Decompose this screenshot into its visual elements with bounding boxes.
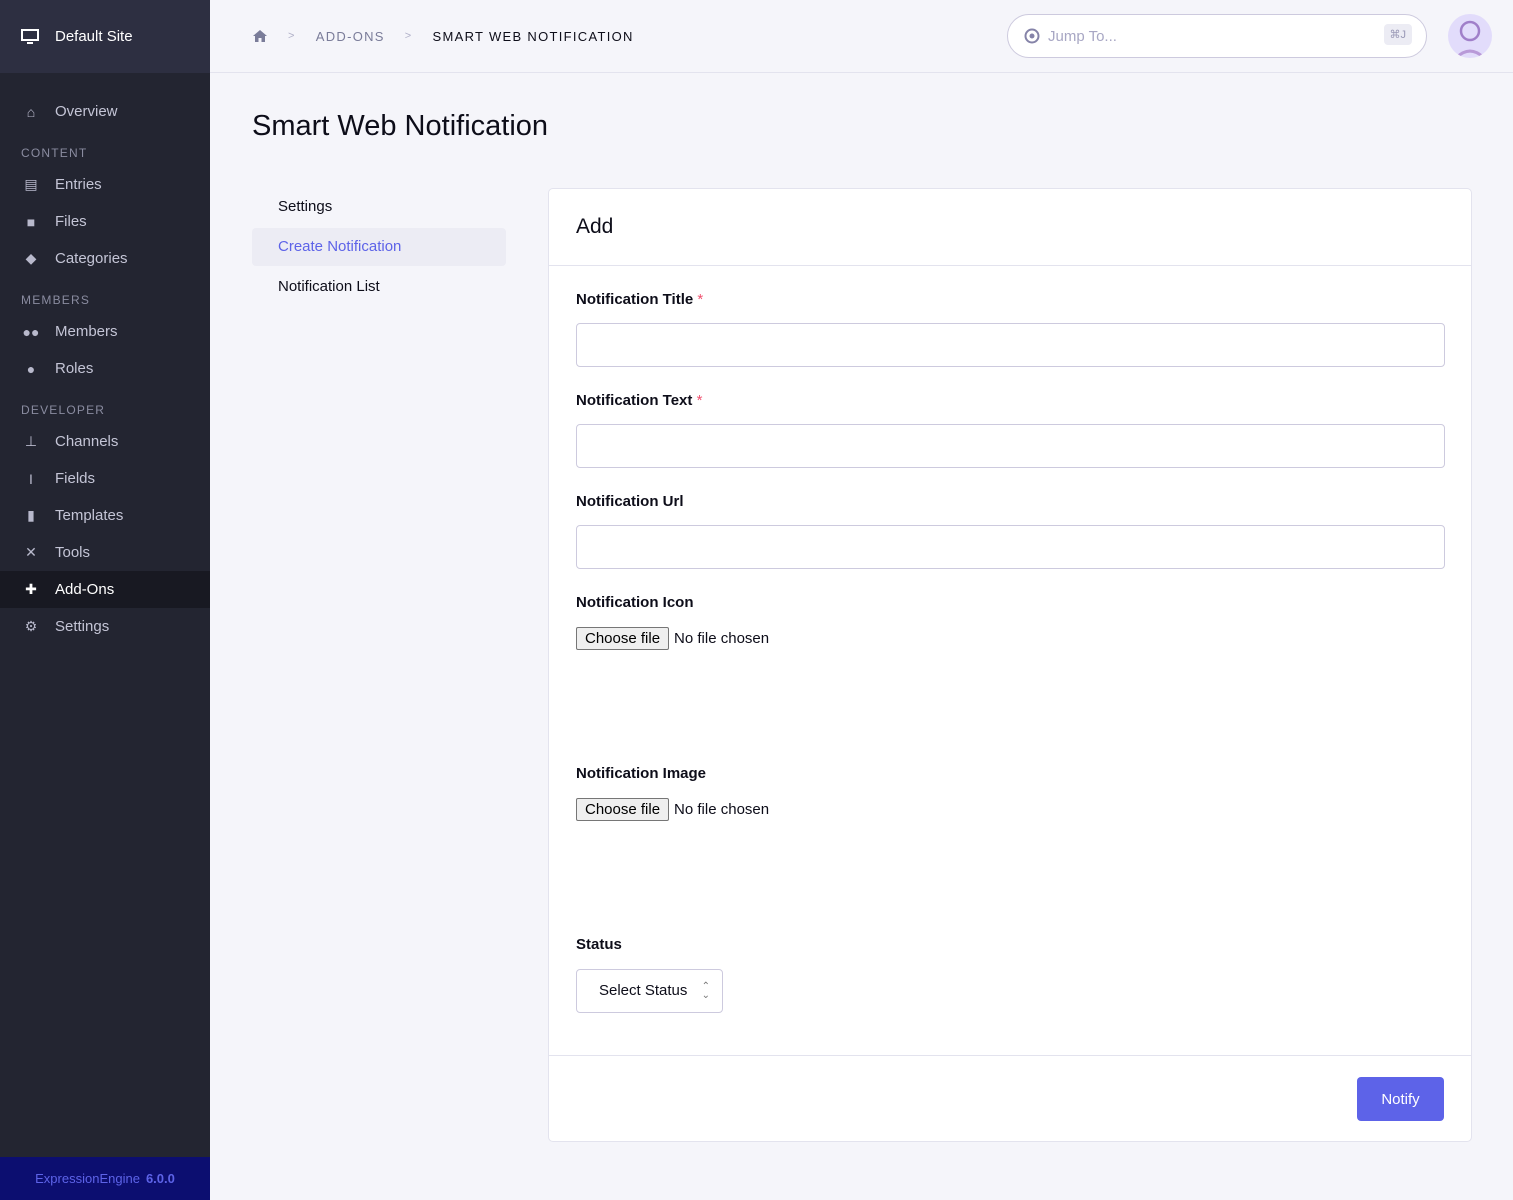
site-name: Default Site <box>55 28 133 45</box>
nav-label: Categories <box>55 250 128 267</box>
icon-file-input: Choose file No file chosen <box>576 627 769 650</box>
image-label: Notification Image <box>576 765 706 782</box>
breadcrumb-addons[interactable]: ADD-ONS <box>316 29 385 44</box>
avatar[interactable] <box>1448 14 1492 58</box>
nav-label: Tools <box>55 544 90 561</box>
form-footer-divider <box>549 1055 1471 1056</box>
image-file-status: No file chosen <box>674 801 769 818</box>
icon-choose-file-button[interactable]: Choose file <box>576 627 669 650</box>
nav-categories[interactable]: ◆ Categories <box>0 240 210 277</box>
site-switcher[interactable]: Default Site <box>0 0 210 73</box>
user-tag-icon: ● <box>21 361 41 377</box>
nav-entries[interactable]: ▤ Entries <box>0 166 210 203</box>
image-file-input: Choose file No file chosen <box>576 798 769 821</box>
nav-templates[interactable]: ▮ Templates <box>0 497 210 534</box>
users-icon: ●● <box>21 324 41 340</box>
chevron-up-down-icon: ⌃⌄ <box>702 982 710 1000</box>
nav-label: Settings <box>55 618 109 635</box>
breadcrumb: > ADD-ONS > SMART WEB NOTIFICATION <box>252 29 634 44</box>
version-footer: ExpressionEngine 6.0.0 <box>0 1157 210 1200</box>
icon-file-status: No file chosen <box>674 630 769 647</box>
status-select[interactable]: Select Status ⌃⌄ <box>576 969 723 1013</box>
nav-label: Fields <box>55 470 95 487</box>
icon-label: Notification Icon <box>576 594 694 611</box>
text-label: Notification Text * <box>576 392 702 409</box>
shortcut-badge: ⌘J <box>1384 24 1413 45</box>
label-text: Notification Title <box>576 291 693 308</box>
title-label: Notification Title * <box>576 291 703 308</box>
tools-icon: ✕ <box>21 544 41 561</box>
nav-fields[interactable]: I Fields <box>0 460 210 497</box>
submenu: Settings Create Notification Notificatio… <box>252 188 506 308</box>
jump-placeholder: Jump To... <box>1048 28 1117 45</box>
top-bar: > ADD-ONS > SMART WEB NOTIFICATION Jump … <box>210 0 1513 73</box>
breadcrumb-separator: > <box>288 30 296 42</box>
user-icon <box>1448 14 1492 58</box>
submenu-notification-list[interactable]: Notification List <box>252 268 506 306</box>
submenu-create-notification[interactable]: Create Notification <box>252 228 506 266</box>
nav-label: Roles <box>55 360 93 377</box>
nav-label: Files <box>55 213 87 230</box>
nav-label: Entries <box>55 176 102 193</box>
version: 6.0.0 <box>146 1171 175 1186</box>
nav-label: Members <box>55 323 118 340</box>
jump-to-input[interactable]: Jump To... ⌘J <box>1007 14 1427 58</box>
notification-url-input[interactable] <box>576 525 1445 569</box>
image-choose-file-button[interactable]: Choose file <box>576 798 669 821</box>
file-icon: ▮ <box>21 507 41 524</box>
nav-label: Overview <box>55 103 118 120</box>
nav-members[interactable]: ●● Members <box>0 313 210 350</box>
gear-icon: ⚙ <box>21 618 41 635</box>
puzzle-icon: ✚ <box>21 581 41 598</box>
submenu-settings[interactable]: Settings <box>252 188 506 226</box>
label-text: Notification Text <box>576 392 692 409</box>
add-notification-form: Add Notification Title * Notification Te… <box>548 188 1472 1142</box>
tags-icon: ◆ <box>21 250 41 267</box>
nav-files[interactable]: ■ Files <box>0 203 210 240</box>
section-developer: DEVELOPER <box>0 387 210 423</box>
home-icon[interactable] <box>252 29 268 43</box>
sidebar: Default Site ⌂Overview CONTENT ▤Entries … <box>0 0 210 1200</box>
nav-label: Templates <box>55 507 123 524</box>
product-name: ExpressionEngine <box>35 1171 140 1186</box>
nav-settings[interactable]: ⚙ Settings <box>0 608 210 645</box>
status-label: Status <box>576 936 622 953</box>
i-cursor-icon: I <box>21 471 41 487</box>
target-icon <box>1024 28 1040 44</box>
nav-addons[interactable]: ✚ Add-Ons <box>0 571 210 608</box>
notification-title-input[interactable] <box>576 323 1445 367</box>
nav-overview[interactable]: ⌂ Overview <box>0 93 210 130</box>
url-label: Notification Url <box>576 493 684 510</box>
status-value: Select Status <box>599 982 687 999</box>
section-content: CONTENT <box>0 130 210 166</box>
home-icon: ⌂ <box>21 104 41 120</box>
breadcrumb-current: SMART WEB NOTIFICATION <box>433 29 634 44</box>
folder-icon: ■ <box>21 214 41 230</box>
notification-text-input[interactable] <box>576 424 1445 468</box>
required-marker: * <box>697 392 703 409</box>
sitemap-icon: ⊥ <box>21 433 41 450</box>
nav-channels[interactable]: ⊥ Channels <box>0 423 210 460</box>
page-title: Smart Web Notification <box>252 110 548 143</box>
nav-tools[interactable]: ✕ Tools <box>0 534 210 571</box>
monitor-icon <box>21 29 39 45</box>
notify-button[interactable]: Notify <box>1357 1077 1444 1121</box>
nav-roles[interactable]: ● Roles <box>0 350 210 387</box>
required-marker: * <box>697 291 703 308</box>
form-heading: Add <box>549 189 1471 266</box>
nav-label: Channels <box>55 433 118 450</box>
nav-label: Add-Ons <box>55 581 114 598</box>
section-members: MEMBERS <box>0 277 210 313</box>
breadcrumb-separator: > <box>405 30 413 42</box>
entries-icon: ▤ <box>21 176 41 193</box>
